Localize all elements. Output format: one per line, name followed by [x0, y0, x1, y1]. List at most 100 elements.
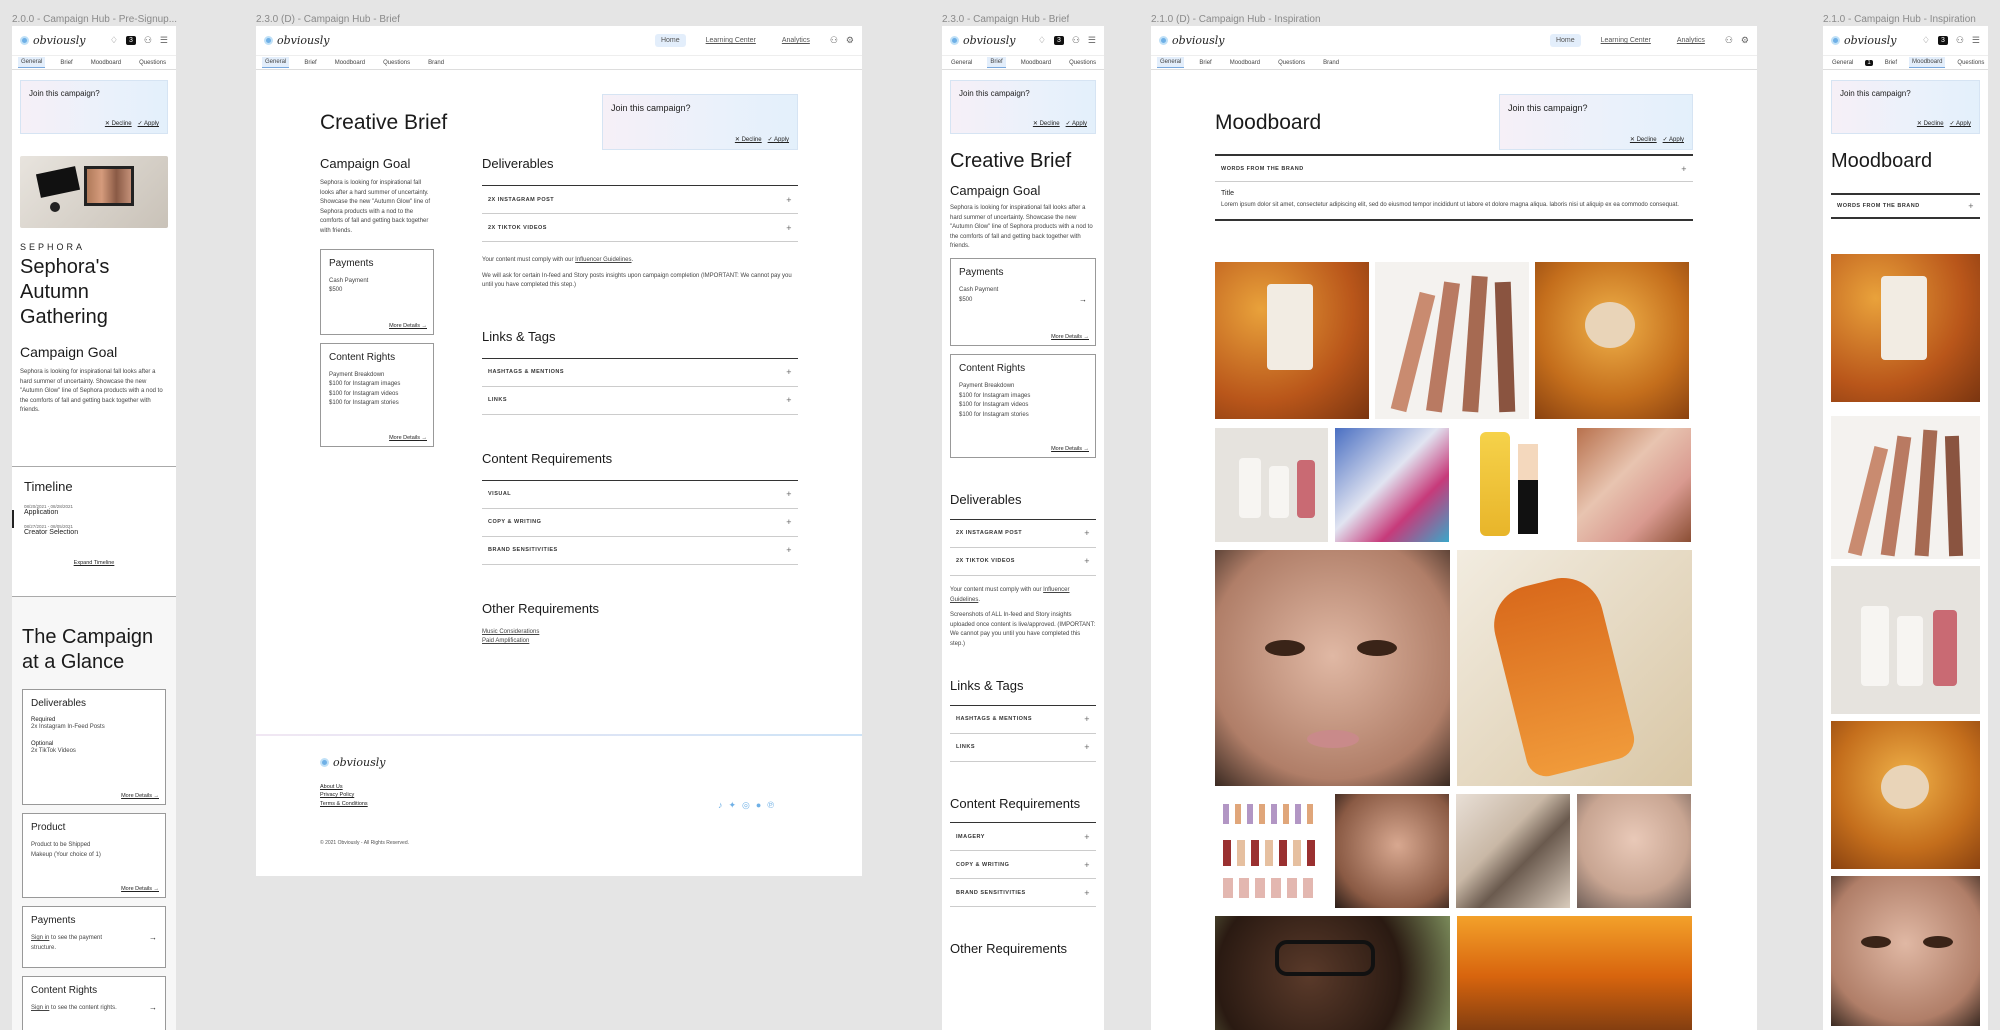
accordion-row[interactable]: WORDS FROM THE BRAND +: [1831, 195, 1980, 219]
bell-icon[interactable]: ♢: [1922, 35, 1930, 46]
accordion-row[interactable]: LINKS +: [950, 734, 1096, 762]
nav-learning-center[interactable]: Learning Center: [700, 34, 762, 47]
payments-card[interactable]: Payments Cash Payment $500 → More Detail…: [950, 257, 1096, 346]
tab-moodboard[interactable]: Moodboard: [88, 58, 124, 68]
logo[interactable]: obviously: [1831, 34, 1896, 47]
user-icon[interactable]: ⚇: [1072, 35, 1080, 46]
accordion-row[interactable]: WORDS FROM THE BRAND +: [1215, 156, 1693, 182]
decline-button[interactable]: ✕ Decline: [1033, 120, 1060, 127]
accordion-row[interactable]: BRAND SENSITIVITIES +: [482, 537, 798, 565]
accordion-row[interactable]: 2X INSTAGRAM POST +: [482, 186, 798, 214]
nav-home[interactable]: Home: [654, 34, 686, 47]
logo[interactable]: obviously: [1159, 34, 1224, 47]
more-details-link[interactable]: More Details →: [389, 435, 427, 441]
user-icon[interactable]: ⚇: [830, 35, 838, 46]
bell-icon[interactable]: ♢: [1038, 35, 1046, 46]
tab-moodboard[interactable]: Moodboard: [1018, 58, 1054, 68]
decline-button[interactable]: ✕ Decline: [735, 136, 762, 143]
apply-label: Apply: [1955, 121, 1971, 127]
menu-icon[interactable]: ☰: [160, 35, 168, 46]
accordion-row[interactable]: COPY & WRITING +: [950, 851, 1096, 880]
tab-moodboard[interactable]: Moodboard: [1227, 58, 1263, 68]
sign-in-link[interactable]: Sign in: [31, 1005, 49, 1011]
accordion-row[interactable]: VISUAL +: [482, 481, 798, 509]
tab-brief[interactable]: Brief: [1196, 58, 1214, 68]
apply-button[interactable]: ✓ Apply: [1663, 136, 1684, 143]
nav-home[interactable]: Home: [1549, 34, 1581, 47]
accordion-row[interactable]: HASHTAGS & MENTIONS +: [950, 706, 1096, 734]
accordion-row[interactable]: LINKS +: [482, 387, 798, 415]
apply-button[interactable]: ✓ Apply: [1950, 120, 1971, 127]
logo[interactable]: obviously: [20, 34, 85, 47]
tab-brief[interactable]: Brief: [301, 58, 319, 68]
accordion-label: COPY & WRITING: [488, 519, 542, 526]
tab-questions[interactable]: Questions: [136, 58, 169, 68]
menu-icon[interactable]: ☰: [1088, 35, 1096, 46]
user-icon[interactable]: ⚇: [1725, 35, 1733, 46]
user-icon[interactable]: ⚇: [144, 35, 152, 46]
tab-brand[interactable]: Brand: [1320, 58, 1342, 68]
accordion-row[interactable]: COPY & WRITING +: [482, 509, 798, 537]
accordion-row[interactable]: 2X TIKTOK VIDEOS +: [482, 214, 798, 242]
bell-icon[interactable]: ♢: [110, 35, 118, 46]
more-details-link[interactable]: More Details →: [121, 793, 159, 799]
tab-brief[interactable]: Brief: [1882, 58, 1900, 68]
tab-questions[interactable]: Questions: [1066, 58, 1099, 68]
tab-brief[interactable]: Brief: [987, 57, 1006, 68]
guidelines-link[interactable]: Influencer Guidelines: [575, 257, 631, 263]
tab-general[interactable]: General: [18, 57, 46, 68]
menu-icon[interactable]: ☰: [1972, 35, 1980, 46]
tab-questions[interactable]: Questions: [1275, 58, 1308, 68]
accordion-row[interactable]: 2X TIKTOK VIDEOS +: [950, 548, 1096, 576]
more-details-link[interactable]: More Details →: [389, 323, 427, 329]
gear-icon[interactable]: ⚙: [846, 35, 854, 46]
accordion-row[interactable]: BRAND SENSITIVITIES +: [950, 879, 1096, 908]
pinterest-icon[interactable]: ℗: [767, 800, 774, 811]
tab-moodboard[interactable]: Moodboard: [332, 58, 368, 68]
tab-general[interactable]: General: [1829, 58, 1856, 68]
user-icon[interactable]: ⚇: [1956, 35, 1964, 46]
twitter-icon[interactable]: ✦: [729, 800, 737, 811]
nav-analytics[interactable]: Analytics: [776, 34, 816, 47]
decline-button[interactable]: ✕ Decline: [1917, 120, 1944, 127]
other-req-link[interactable]: Music Considerations: [482, 628, 798, 638]
other-req-link[interactable]: Paid Amplification: [482, 637, 798, 647]
tab-general[interactable]: General: [262, 57, 290, 68]
tab-moodboard[interactable]: Moodboard: [1909, 57, 1946, 68]
tiktok-icon[interactable]: ♪: [718, 800, 723, 811]
apply-button[interactable]: ✓ Apply: [768, 136, 789, 143]
footer-link-privacy[interactable]: Privacy Policy: [320, 791, 409, 799]
accordion-row[interactable]: IMAGERY +: [950, 823, 1096, 852]
expand-timeline-link[interactable]: Expand Timeline: [24, 560, 164, 566]
nav-learning-center[interactable]: Learning Center: [1595, 34, 1657, 47]
logo[interactable]: obviously: [950, 34, 1015, 47]
instagram-icon[interactable]: ◎: [742, 800, 750, 811]
glance-payments-card[interactable]: Payments Sign in to see the payment stru…: [22, 906, 166, 968]
decline-button[interactable]: ✕ Decline: [105, 120, 132, 127]
tab-questions[interactable]: Questions: [1954, 58, 1987, 68]
accordion-row[interactable]: 2X INSTAGRAM POST +: [950, 520, 1096, 548]
sign-in-link[interactable]: Sign in: [31, 935, 49, 941]
tab-general[interactable]: General: [948, 58, 975, 68]
nav-analytics[interactable]: Analytics: [1671, 34, 1711, 47]
facebook-icon[interactable]: ●: [756, 800, 761, 811]
footer-logo[interactable]: obviously: [320, 756, 409, 769]
glance-rights-card[interactable]: Content Rights Sign in to see the conten…: [22, 976, 166, 1030]
tab-brief[interactable]: Brief: [57, 58, 75, 68]
footer-link-about[interactable]: About Us: [320, 783, 409, 791]
more-details-link[interactable]: More Details →: [1051, 334, 1089, 340]
tab-questions[interactable]: Questions: [380, 58, 413, 68]
tab-brand[interactable]: Brand: [425, 58, 447, 68]
gear-icon[interactable]: ⚙: [1741, 35, 1749, 46]
footer-link-terms[interactable]: Terms & Conditions: [320, 800, 409, 808]
more-details-link[interactable]: More Details →: [1051, 446, 1089, 452]
more-details-link[interactable]: More Details →: [121, 886, 159, 892]
logo[interactable]: obviously: [264, 34, 329, 47]
accordion-row[interactable]: HASHTAGS & MENTIONS +: [482, 359, 798, 387]
header-icons: ♢ 3 ⚇ ☰: [1922, 35, 1980, 46]
decline-button[interactable]: ✕ Decline: [1630, 136, 1657, 143]
tab-general[interactable]: General: [1157, 57, 1185, 68]
apply-button[interactable]: ✓ Apply: [1066, 120, 1087, 127]
mood-image: [1215, 550, 1450, 786]
apply-button[interactable]: ✓ Apply: [138, 120, 159, 127]
